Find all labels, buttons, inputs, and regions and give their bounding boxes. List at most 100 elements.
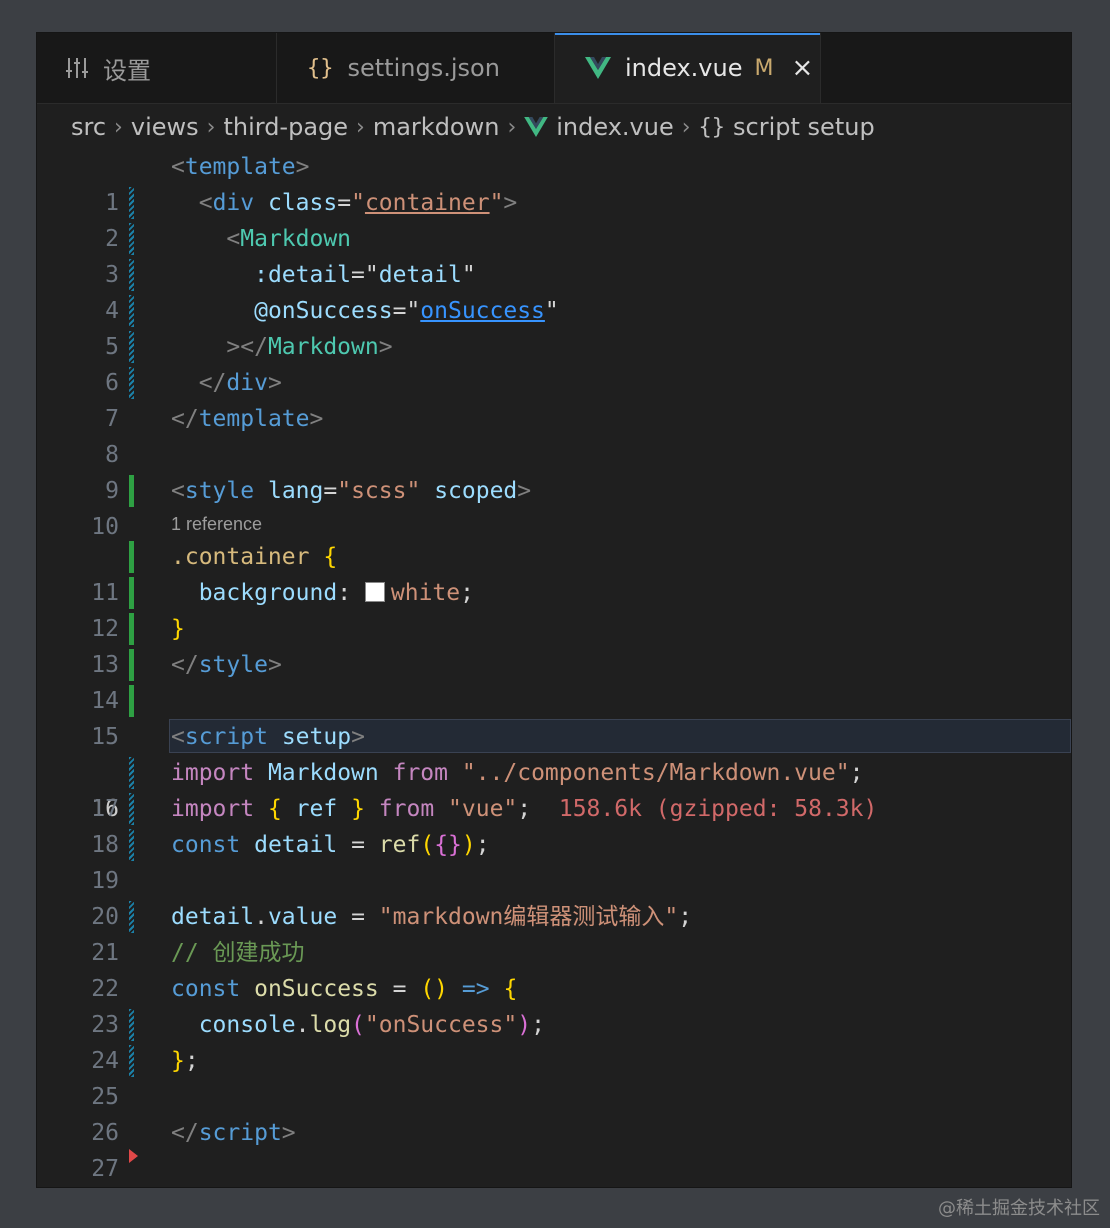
code-token: container <box>364 190 490 216</box>
code-token: "markdown编辑器测试输入" <box>378 904 679 930</box>
added-gutter-marker[interactable] <box>129 685 134 717</box>
code-token: setup <box>281 724 352 750</box>
code-token: "../components/Markdown.vue" <box>461 760 850 786</box>
code-line[interactable]: 27 </script> <box>37 1115 1071 1182</box>
breadcrumb-item[interactable]: markdown <box>373 113 500 141</box>
tab-index-vue[interactable]: index.vue M × <box>555 33 821 103</box>
code-line[interactable]: 26 <box>37 1079 1071 1146</box>
added-gutter-marker[interactable] <box>129 541 134 573</box>
tab-label: 设置 <box>103 56 151 85</box>
code-token: const <box>171 832 241 858</box>
breadcrumb-item[interactable]: src <box>71 113 106 141</box>
code-line[interactable]: 20 <box>37 863 1071 930</box>
settings-sliders-icon <box>65 57 89 79</box>
code-line[interactable]: 24 console.log("onSuccess"); <box>37 1007 1071 1074</box>
breadcrumb-item[interactable]: script setup <box>733 113 875 141</box>
code-token: @onSuccess <box>254 298 393 324</box>
code-line[interactable]: 7 </div> <box>37 365 1071 432</box>
modified-gutter-marker[interactable] <box>129 223 134 255</box>
code-comment: // 创建成功 <box>171 940 305 966</box>
close-icon[interactable]: × <box>791 55 813 81</box>
code-line[interactable]: 2 <div class="container"> <box>37 185 1071 252</box>
watermark: @稀土掘金技术社区 <box>938 1198 1100 1219</box>
code-line[interactable]: 11 .container { <box>37 539 1071 606</box>
code-line[interactable]: 6 ></Markdown> <box>37 329 1071 396</box>
code-token: from <box>392 760 448 786</box>
code-line-current[interactable]: 16 <script setup> <box>37 719 1071 822</box>
modified-gutter-marker[interactable] <box>129 901 134 933</box>
deleted-lines-marker-icon[interactable] <box>129 1149 138 1163</box>
added-gutter-marker[interactable] <box>129 613 134 645</box>
code-line[interactable]: 25 }; <box>37 1043 1071 1110</box>
code-token: style <box>184 478 255 504</box>
code-token: detail <box>378 262 462 288</box>
code-token: white <box>390 580 461 606</box>
code-line[interactable]: 9 <box>37 437 1071 504</box>
added-gutter-marker[interactable] <box>129 649 134 681</box>
chevron-right-icon: › <box>681 114 691 140</box>
codelens-references[interactable]: 1 reference <box>171 509 262 539</box>
modified-gutter-marker[interactable] <box>129 187 134 219</box>
vue-logo-icon <box>524 117 549 137</box>
code-line[interactable]: 4 :detail="detail" <box>37 257 1071 324</box>
chevron-right-icon: › <box>206 114 216 140</box>
code-token: template <box>198 406 310 432</box>
code-line[interactable]: 23 const onSuccess = () => { <box>37 971 1071 1038</box>
modified-gutter-marker[interactable] <box>129 793 134 825</box>
code-token: class <box>267 190 338 216</box>
modified-gutter-marker[interactable] <box>129 259 134 291</box>
code-line[interactable]: 8 </template> <box>37 401 1071 468</box>
modified-gutter-marker[interactable] <box>129 295 134 327</box>
code-link[interactable]: onSuccess <box>420 298 545 324</box>
code-token: style <box>198 652 268 678</box>
code-line[interactable]: 3 <Markdown <box>37 221 1071 288</box>
breadcrumb-item[interactable]: third-page <box>223 113 348 141</box>
code-line[interactable]: 19 const detail = ref({}); <box>37 827 1071 894</box>
code-line[interactable]: 14 </style> <box>37 647 1071 714</box>
modified-gutter-marker[interactable] <box>129 367 134 399</box>
chevron-right-icon: › <box>114 114 123 140</box>
chevron-right-icon: › <box>356 114 365 140</box>
import-cost-annotation: 158.6k (gzipped: 58.3k) <box>558 796 878 822</box>
code-line[interactable]: 21 detail.value = "markdown编辑器测试输入"; <box>37 899 1071 966</box>
code-line[interactable]: 5 @onSuccess="onSuccess" <box>37 293 1071 360</box>
code-line[interactable]: 1 <template> <box>37 149 1071 216</box>
code-token: ref <box>295 796 338 822</box>
code-line[interactable]: 10 <style lang="scss" scoped> <box>37 473 1071 540</box>
code-line[interactable]: 18 import { ref } from "vue"; 158.6k (gz… <box>37 791 1071 858</box>
code-token: :detail <box>254 262 352 288</box>
code-line[interactable]: 17 import Markdown from "../components/M… <box>37 755 1071 822</box>
tab-label: index.vue <box>625 54 743 82</box>
code-token: lang <box>267 478 324 504</box>
color-swatch[interactable] <box>364 582 385 602</box>
code-line[interactable]: 22 // 创建成功 <box>37 935 1071 1002</box>
breadcrumb-item[interactable]: index.vue <box>556 113 673 141</box>
code-token: const <box>171 976 241 1002</box>
code-token: background <box>198 580 338 606</box>
code-token: scoped <box>434 478 518 504</box>
code-line[interactable]: 13 } <box>37 611 1071 678</box>
modified-gutter-marker[interactable] <box>129 829 134 861</box>
code-token: Markdown <box>267 760 379 786</box>
modified-badge: M <box>754 55 774 81</box>
code-token: scss <box>351 478 407 504</box>
code-token: div <box>212 190 255 216</box>
modified-gutter-marker[interactable] <box>129 757 134 789</box>
code-line[interactable]: 12 background: white; <box>37 575 1071 642</box>
code-token: Markdown <box>267 334 379 360</box>
code-token: value <box>267 904 338 930</box>
added-gutter-marker[interactable] <box>129 475 134 507</box>
tab-settings-json[interactable]: {} settings.json <box>277 33 555 103</box>
code-token: ref <box>378 832 421 858</box>
line-number: 27 <box>91 1156 119 1182</box>
modified-gutter-marker[interactable] <box>129 1009 134 1041</box>
modified-gutter-marker[interactable] <box>129 331 134 363</box>
code-token: onSuccess <box>254 976 379 1002</box>
tab-settings[interactable]: 设置 <box>37 33 277 103</box>
code-token: div <box>226 370 268 396</box>
modified-gutter-marker[interactable] <box>129 1045 134 1077</box>
code-line[interactable]: 15 <box>37 683 1071 750</box>
added-gutter-marker[interactable] <box>129 577 134 609</box>
breadcrumb-item[interactable]: views <box>131 113 199 141</box>
tab-label: settings.json <box>347 54 500 82</box>
